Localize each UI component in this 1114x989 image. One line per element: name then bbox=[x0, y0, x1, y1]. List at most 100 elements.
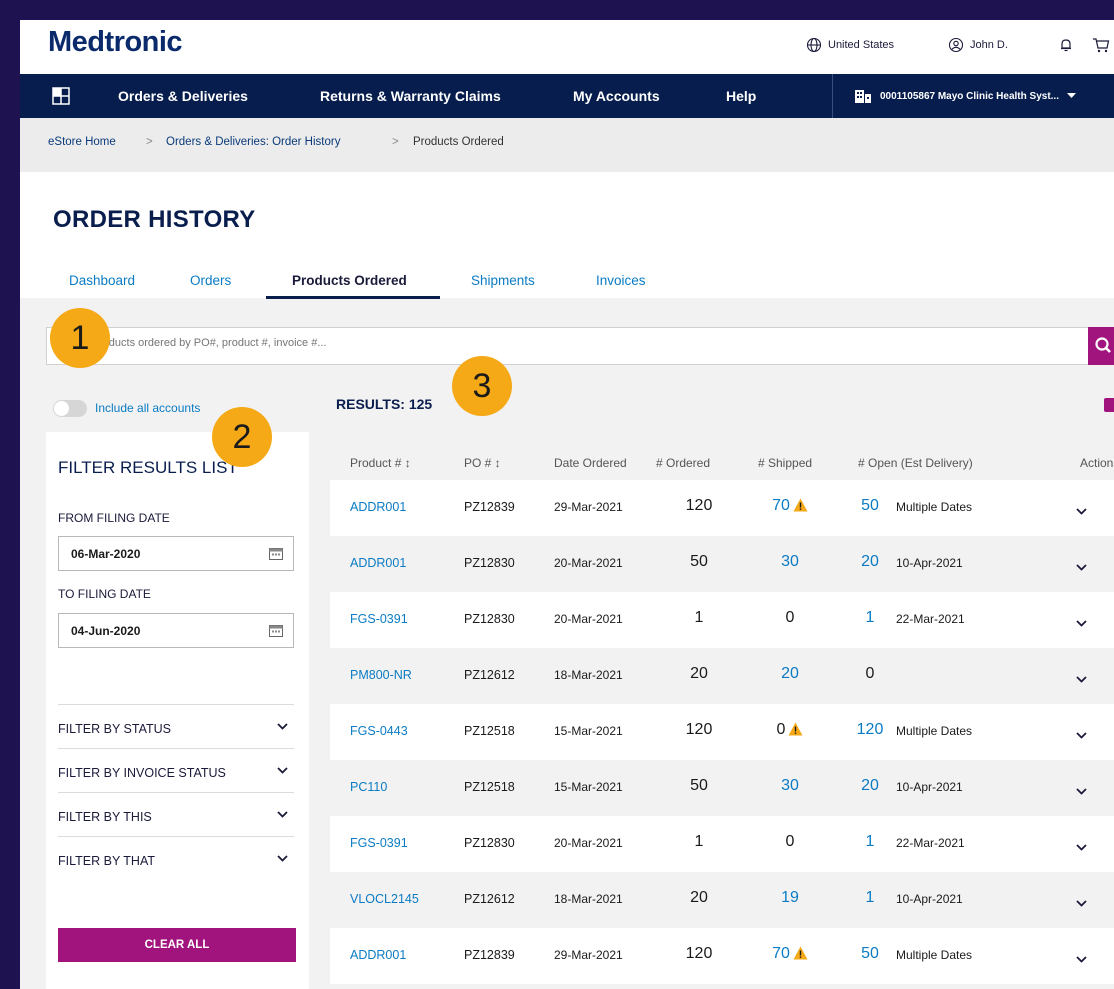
expand-row-button[interactable] bbox=[1076, 838, 1087, 856]
po-number: PZ12518 bbox=[464, 724, 515, 738]
nav-item-help[interactable]: Help bbox=[726, 88, 756, 104]
open-count[interactable]: 1 bbox=[852, 889, 888, 907]
annotation-marker-1: 1 bbox=[50, 308, 110, 368]
expand-row-button[interactable] bbox=[1076, 726, 1087, 744]
clear-all-button[interactable]: CLEAR ALL bbox=[58, 928, 296, 962]
search-input[interactable] bbox=[53, 336, 1097, 350]
shipped-count-cell[interactable]: 70 bbox=[762, 497, 818, 517]
po-number: PZ12612 bbox=[464, 668, 515, 682]
tab-products-ordered[interactable]: Products Ordered bbox=[292, 273, 407, 288]
product-link[interactable]: FGS-0391 bbox=[350, 836, 408, 850]
product-link[interactable]: FGS-0391 bbox=[350, 612, 408, 626]
date-ordered: 15-Mar-2021 bbox=[554, 724, 623, 738]
nav-item-orders-deliveries[interactable]: Orders & Deliveries bbox=[118, 88, 248, 104]
breadcrumb-item-order-history[interactable]: Orders & Deliveries: Order History bbox=[166, 136, 340, 148]
user-menu[interactable]: John D. bbox=[948, 37, 1008, 53]
table-row: FGS-0391 PZ12830 20-Mar-2021 1 0 1 22-Mar-2021 bbox=[330, 592, 1114, 648]
ordered-count: 120 bbox=[685, 721, 713, 738]
from-date-field[interactable]: 06-Mar-2020 bbox=[58, 536, 294, 571]
est-delivery: Multiple Dates bbox=[896, 948, 973, 962]
chevron-down-icon bbox=[277, 767, 288, 774]
print-icon[interactable] bbox=[1104, 398, 1114, 412]
tab-orders[interactable]: Orders bbox=[190, 273, 231, 288]
page-header: ORDER HISTORY Dashboard Orders Products … bbox=[20, 172, 1114, 299]
chevron-down-icon bbox=[1076, 508, 1087, 515]
open-count[interactable]: 1 bbox=[852, 609, 888, 627]
toggle-knob bbox=[54, 401, 69, 416]
grid-icon[interactable] bbox=[52, 87, 70, 105]
nav-item-returns[interactable]: Returns & Warranty Claims bbox=[320, 88, 501, 104]
po-number: PZ12839 bbox=[464, 948, 515, 962]
shipped-count-cell[interactable]: 30 bbox=[762, 553, 818, 571]
cart-button[interactable] bbox=[1092, 37, 1110, 53]
shipped-count-cell[interactable]: 30 bbox=[762, 777, 818, 795]
open-count[interactable]: 1 bbox=[852, 833, 888, 851]
tab-shipments[interactable]: Shipments bbox=[471, 273, 535, 288]
product-link[interactable]: ADDR001 bbox=[350, 500, 406, 514]
expand-row-button[interactable] bbox=[1076, 950, 1087, 968]
results-count: RESULTS: 125 bbox=[336, 396, 433, 412]
from-date-label: FROM FILING DATE bbox=[58, 511, 170, 525]
include-all-accounts-toggle[interactable] bbox=[53, 400, 87, 417]
chevron-down-icon bbox=[1076, 956, 1087, 963]
open-count[interactable]: 20 bbox=[852, 777, 888, 795]
table-row: FGS-0443 PZ12518 15-Mar-2021 120 0 120 Multipl… bbox=[330, 704, 1114, 760]
calendar-icon[interactable] bbox=[269, 624, 283, 637]
product-link[interactable]: ADDR001 bbox=[350, 948, 406, 962]
tab-invoices[interactable]: Invoices bbox=[596, 273, 646, 288]
main-nav: Orders & Deliveries Returns & Warranty C… bbox=[20, 74, 1114, 118]
search-button[interactable] bbox=[1088, 327, 1114, 365]
filter-by-invoice-status[interactable]: FILTER BY INVOICE STATUS bbox=[58, 748, 294, 793]
product-link[interactable]: ADDR001 bbox=[350, 556, 406, 570]
app-frame: Medtronic United States John D. Orders &… bbox=[20, 20, 1114, 989]
column-header-ordered: # Ordered bbox=[656, 456, 711, 470]
brand-logo[interactable]: Medtronic bbox=[48, 26, 183, 59]
to-date-label: TO FILING DATE bbox=[58, 587, 151, 601]
filter-by-status[interactable]: FILTER BY STATUS bbox=[58, 704, 294, 749]
expand-row-button[interactable] bbox=[1076, 614, 1087, 632]
column-header-po[interactable]: PO # ↕ bbox=[464, 456, 501, 470]
column-header-product[interactable]: Product # ↕ bbox=[350, 456, 411, 470]
open-count[interactable]: 50 bbox=[852, 945, 888, 963]
expand-row-button[interactable] bbox=[1076, 782, 1087, 800]
chevron-down-icon bbox=[1076, 844, 1087, 851]
building-icon bbox=[855, 90, 871, 103]
shipped-count: 30 bbox=[781, 777, 799, 794]
include-all-accounts-label: Include all accounts bbox=[95, 401, 201, 415]
breadcrumb-item-estore-home[interactable]: eStore Home bbox=[48, 136, 116, 148]
shipped-count-cell[interactable]: 19 bbox=[762, 889, 818, 907]
po-number: PZ12612 bbox=[464, 892, 515, 906]
product-link[interactable]: FGS-0443 bbox=[350, 724, 408, 738]
notifications-button[interactable] bbox=[1058, 37, 1074, 53]
open-count: 0 bbox=[865, 665, 875, 682]
ordered-count: 50 bbox=[690, 777, 708, 794]
shipped-count-cell[interactable]: 20 bbox=[762, 665, 818, 683]
ordered-count: 120 bbox=[685, 497, 713, 514]
product-link[interactable]: VLOCL2145 bbox=[350, 892, 419, 906]
expand-row-button[interactable] bbox=[1076, 894, 1087, 912]
expand-row-button[interactable] bbox=[1076, 502, 1087, 520]
table-row: ADDR001 PZ12839 29-Mar-2021 120 70 50 Multiple… bbox=[330, 480, 1114, 536]
to-date-field[interactable]: 04-Jun-2020 bbox=[58, 613, 294, 648]
open-count[interactable]: 120 bbox=[852, 721, 888, 739]
tab-dashboard[interactable]: Dashboard bbox=[69, 273, 135, 288]
calendar-icon[interactable] bbox=[269, 547, 283, 560]
open-count[interactable]: 20 bbox=[852, 553, 888, 571]
date-ordered: 29-Mar-2021 bbox=[554, 948, 623, 962]
account-selector[interactable]: 0001105867 Mayo Clinic Health Syst... bbox=[832, 74, 1114, 118]
expand-row-button[interactable] bbox=[1076, 670, 1087, 688]
est-delivery: Multiple Dates bbox=[896, 724, 973, 738]
est-delivery: 10-Apr-2021 bbox=[896, 556, 963, 570]
open-count[interactable]: 50 bbox=[852, 497, 888, 515]
shipped-count-cell[interactable]: 70 bbox=[762, 945, 818, 965]
country-selector[interactable]: United States bbox=[806, 37, 894, 53]
est-delivery: 10-Apr-2021 bbox=[896, 780, 963, 794]
search-box bbox=[46, 327, 1114, 365]
filter-by-that[interactable]: FILTER BY THAT bbox=[58, 836, 294, 881]
ordered-count: 50 bbox=[690, 553, 708, 570]
expand-row-button[interactable] bbox=[1076, 558, 1087, 576]
product-link[interactable]: PM800-NR bbox=[350, 668, 412, 682]
nav-item-my-accounts[interactable]: My Accounts bbox=[573, 88, 660, 104]
filter-by-this[interactable]: FILTER BY THIS bbox=[58, 792, 294, 837]
product-link[interactable]: PC110 bbox=[350, 780, 387, 794]
